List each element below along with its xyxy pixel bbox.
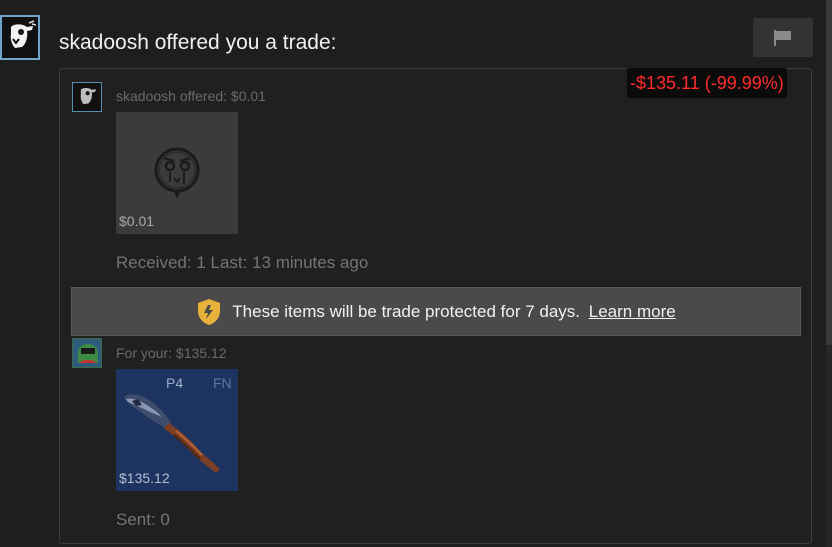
- item-price: $135.12: [119, 470, 170, 486]
- flag-icon: [774, 29, 791, 46]
- trade-header-title: skadoosh offered you a trade:: [59, 31, 337, 54]
- item-price: $0.01: [119, 213, 155, 229]
- bird-avatar-icon: [2, 17, 38, 58]
- protection-message: These items will be trade protected for …: [232, 301, 581, 321]
- partner-offer-label: skadoosh offered: $0.01: [116, 88, 266, 104]
- shield-lightning-icon: [198, 298, 221, 325]
- sent-status: Sent: 0: [116, 510, 170, 529]
- trade-protection-banner: These items will be trade protected for …: [71, 287, 801, 336]
- requested-item-knife[interactable]: P4 FN $135.12: [116, 369, 238, 491]
- scrollbar-thumb[interactable]: [826, 0, 832, 345]
- sender-avatar[interactable]: [0, 15, 40, 60]
- my-offer-label: For your: $135.12: [116, 345, 227, 361]
- received-status: Received: 1 Last: 13 minutes ago: [116, 253, 369, 272]
- value-difference-badge: -$135.11 (-99.99%): [627, 68, 787, 98]
- page-scrollbar[interactable]: [826, 0, 832, 547]
- report-button[interactable]: [753, 18, 813, 57]
- protection-text: These items will be trade protected for …: [232, 302, 675, 322]
- offered-item-sticker[interactable]: $0.01: [116, 112, 238, 234]
- bird-avatar-icon: [74, 83, 100, 111]
- my-avatar[interactable]: [72, 338, 102, 368]
- learn-more-link[interactable]: Learn more: [589, 302, 676, 321]
- pepe-avatar-icon: [73, 339, 101, 367]
- partner-avatar[interactable]: [72, 82, 102, 112]
